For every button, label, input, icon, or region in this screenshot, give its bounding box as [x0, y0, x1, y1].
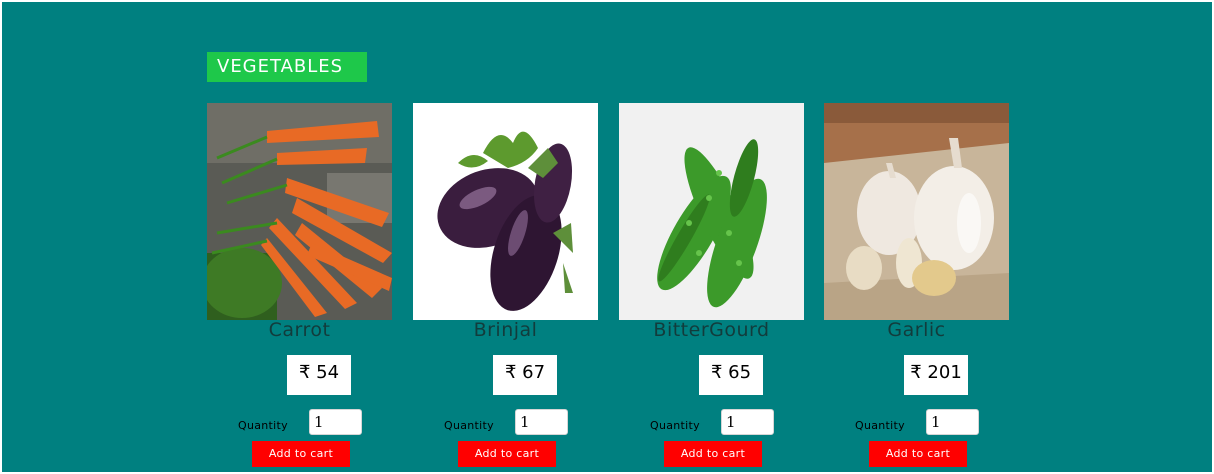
product-image-bittergourd[interactable]	[619, 103, 804, 320]
product-card-carrot: Carrot ₹ 54 Quantity Add to cart	[207, 103, 392, 472]
quantity-input[interactable]	[309, 409, 362, 435]
product-image-carrot[interactable]	[207, 103, 392, 320]
product-card-bittergourd: BitterGourd ₹ 65 Quantity Add to cart	[619, 103, 804, 472]
product-name: Carrot	[268, 319, 331, 341]
product-name: Garlic	[887, 319, 946, 341]
product-card-garlic: Garlic ₹ 201 Quantity Add to cart	[824, 103, 1009, 472]
product-name: BitterGourd	[653, 319, 770, 341]
section-title: VEGETABLES	[207, 52, 367, 82]
product-price: ₹ 201	[904, 355, 968, 395]
quantity-label: Quantity	[650, 419, 700, 432]
add-to-cart-button[interactable]: Add to cart	[252, 441, 350, 467]
quantity-label: Quantity	[855, 419, 905, 432]
quantity-input[interactable]	[926, 409, 979, 435]
product-price: ₹ 67	[493, 355, 557, 395]
quantity-input[interactable]	[515, 409, 568, 435]
product-name: Brinjal	[473, 319, 538, 341]
add-to-cart-button[interactable]: Add to cart	[458, 441, 556, 467]
product-card-brinjal: Brinjal ₹ 67 Quantity Add to cart	[413, 103, 598, 472]
add-to-cart-button[interactable]: Add to cart	[664, 441, 762, 467]
product-price: ₹ 65	[699, 355, 763, 395]
quantity-input[interactable]	[721, 409, 774, 435]
product-image-brinjal[interactable]	[413, 103, 598, 320]
page-background: VEGETABLES Carrot ₹ 54 Quantity 1 Add to…	[2, 2, 1212, 472]
quantity-label: Quantity	[444, 419, 494, 432]
product-price: ₹ 54	[287, 355, 351, 395]
quantity-label: Quantity	[238, 419, 288, 432]
product-image-garlic[interactable]	[824, 103, 1009, 320]
add-to-cart-button[interactable]: Add to cart	[869, 441, 967, 467]
